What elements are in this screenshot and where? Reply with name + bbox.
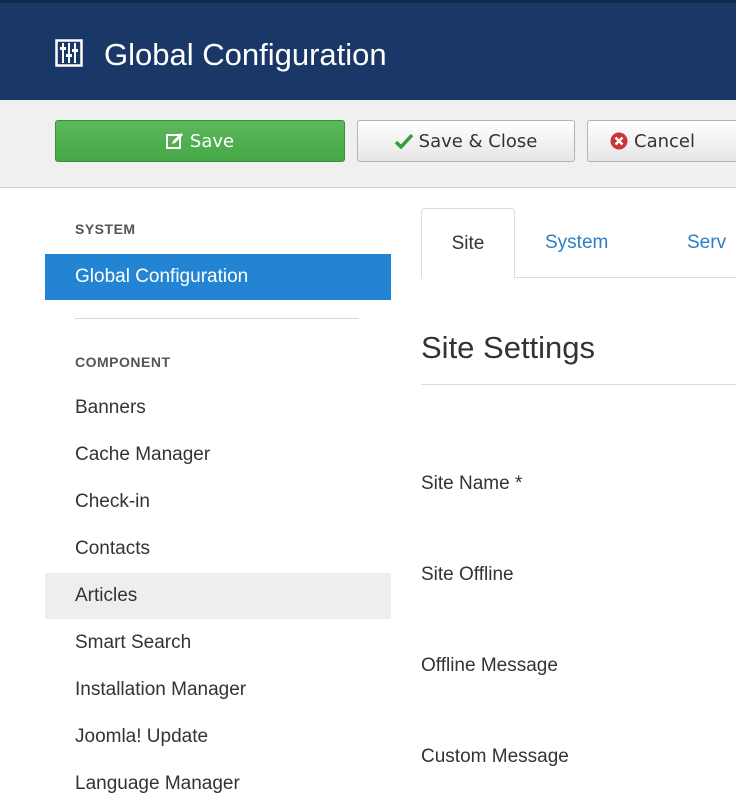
- page-title: Global Configuration: [104, 37, 387, 72]
- sidebar-item-cache-manager[interactable]: Cache Manager: [45, 432, 391, 478]
- sidebar-item-check-in[interactable]: Check-in: [45, 479, 391, 525]
- sidebar-item-smart-search[interactable]: Smart Search: [45, 620, 391, 666]
- config-tabs: Site System Serv: [421, 208, 736, 279]
- page-header: Global Configuration: [0, 0, 736, 100]
- sidebar-header-component: COMPONENT: [75, 354, 171, 370]
- cancel-icon: [610, 132, 628, 150]
- save-button[interactable]: Save: [55, 120, 345, 162]
- sidebar-item-articles[interactable]: Articles: [45, 573, 391, 619]
- sidebar-divider: [75, 318, 359, 319]
- section-divider: [421, 384, 736, 385]
- sidebar-item-global-configuration[interactable]: Global Configuration: [45, 254, 391, 300]
- sidebar-item-contacts[interactable]: Contacts: [45, 526, 391, 572]
- check-icon: [394, 133, 413, 149]
- cancel-label: Cancel: [634, 130, 695, 152]
- toolbar: Save Save & Close Cancel: [0, 100, 736, 188]
- section-title: Site Settings: [421, 330, 596, 365]
- edit-icon: [165, 133, 183, 149]
- field-label-site-name: Site Name *: [421, 473, 523, 494]
- sidebar-item-joomla-update[interactable]: Joomla! Update: [45, 714, 391, 760]
- save-close-button[interactable]: Save & Close: [357, 120, 575, 162]
- field-label-custom-message: Custom Message: [421, 746, 569, 767]
- cancel-button[interactable]: Cancel: [587, 120, 736, 162]
- save-button-label: Save: [189, 130, 235, 152]
- field-label-site-offline: Site Offline: [421, 564, 514, 585]
- field-label-offline-message: Offline Message: [421, 655, 558, 676]
- tab-server[interactable]: Serv: [687, 208, 726, 278]
- tab-site[interactable]: Site: [421, 208, 515, 279]
- sidebar-item-installation-manager[interactable]: Installation Manager: [45, 667, 391, 713]
- tab-system[interactable]: System: [545, 208, 608, 278]
- sidebar-header-system: SYSTEM: [75, 221, 136, 237]
- sidebar-item-banners[interactable]: Banners: [45, 385, 391, 431]
- sidebar-item-language-manager[interactable]: Language Manager: [45, 761, 391, 807]
- save-close-label: Save & Close: [418, 130, 538, 152]
- equalizer-icon: [55, 39, 83, 67]
